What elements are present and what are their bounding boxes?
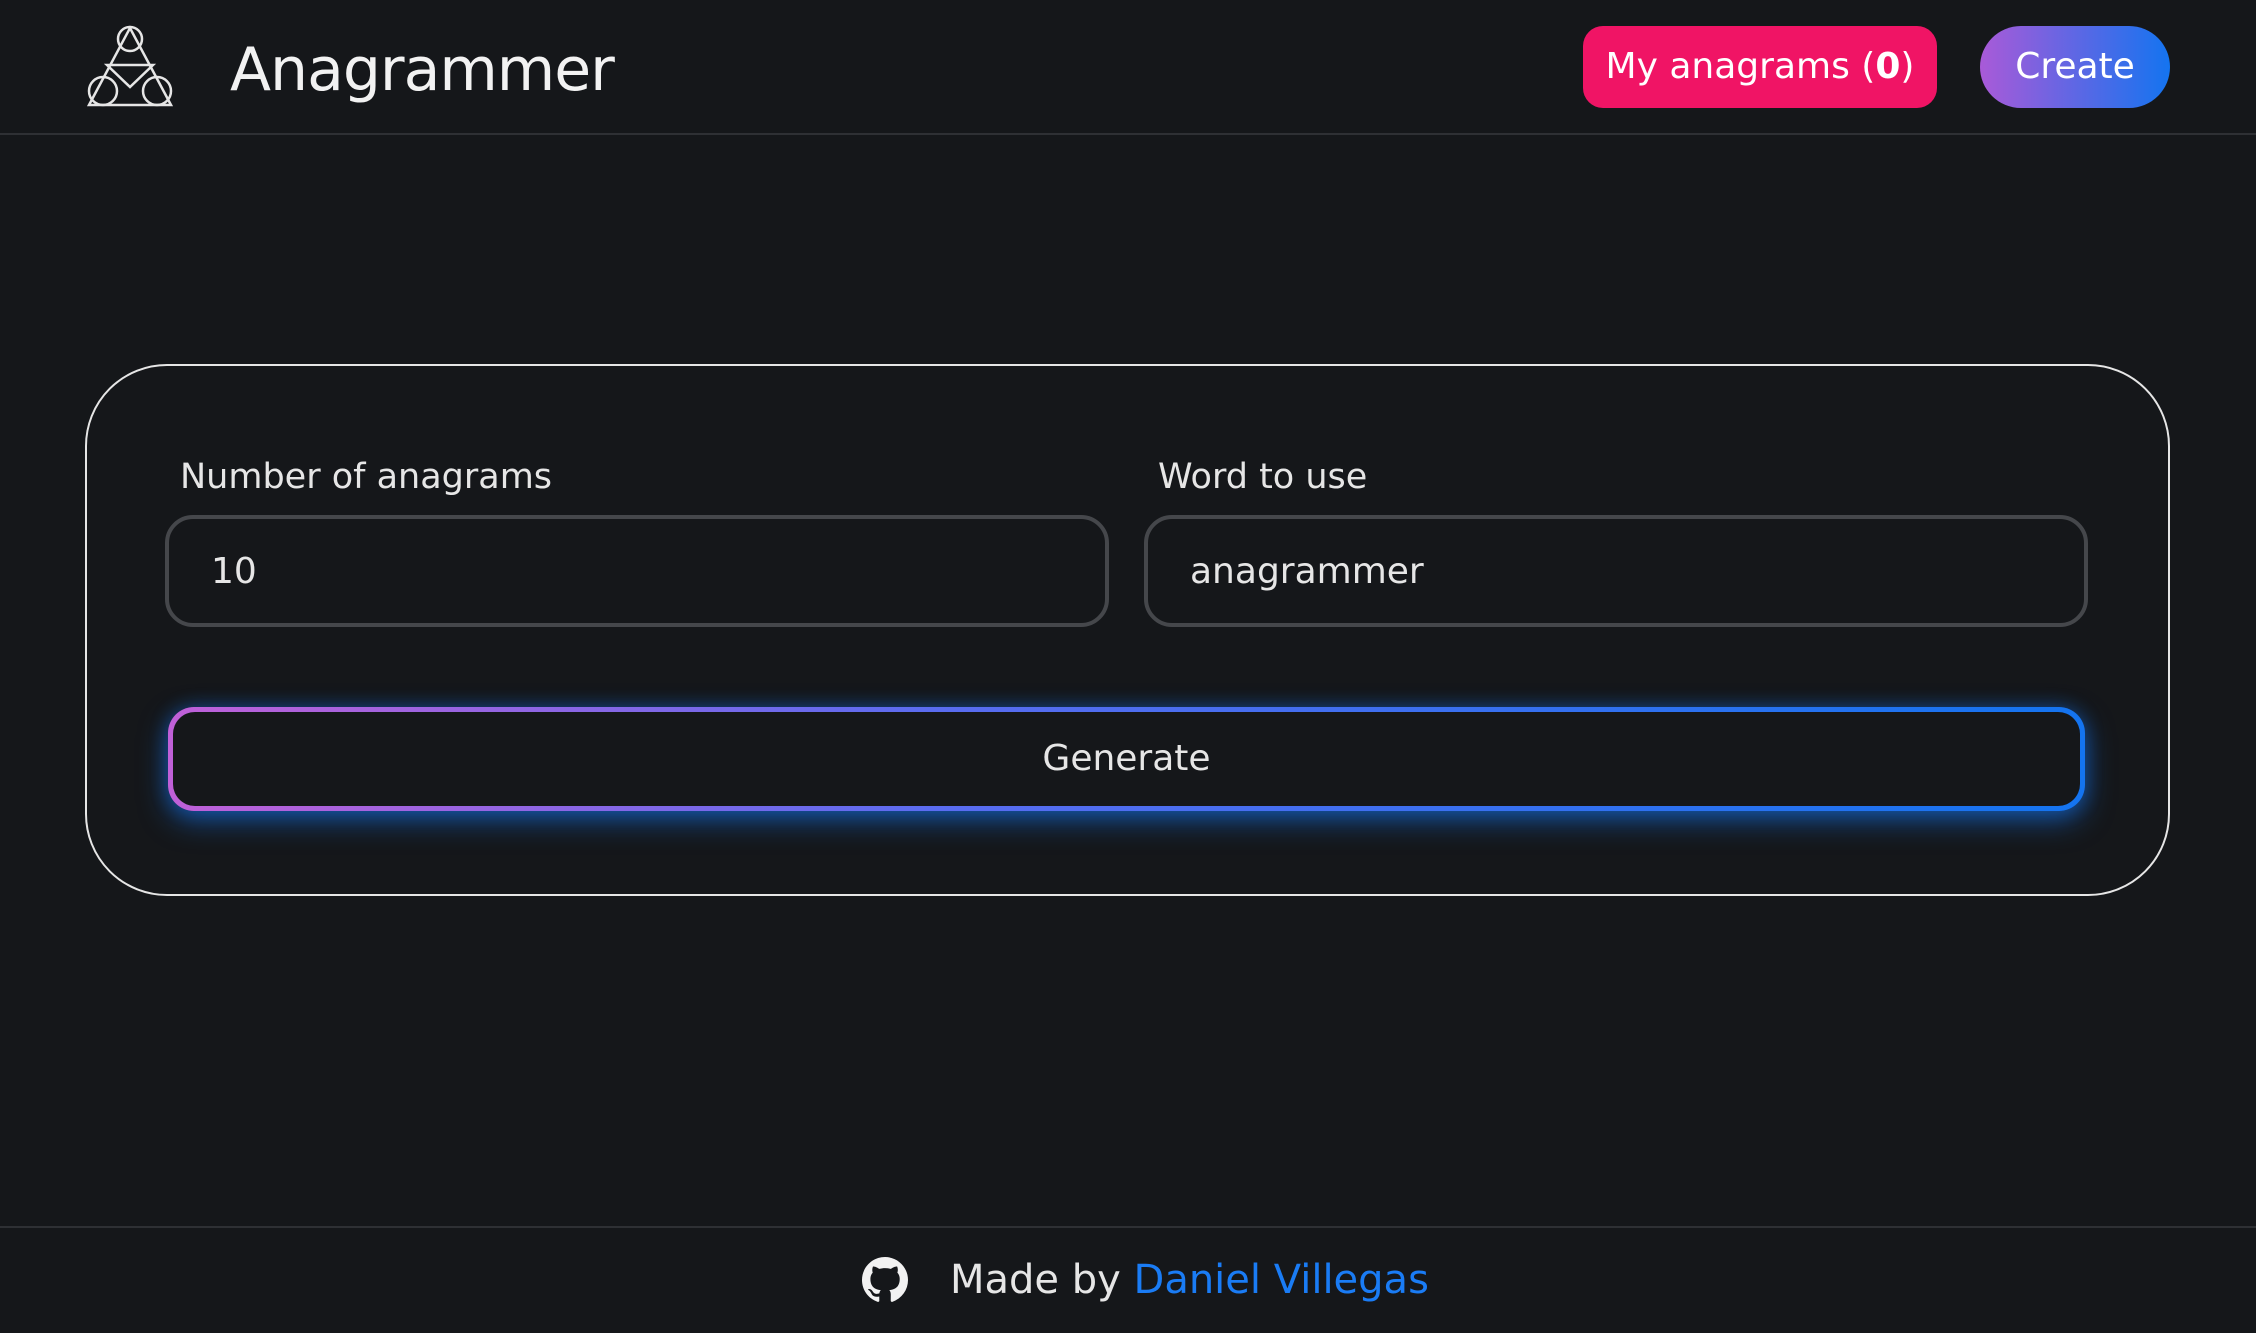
app-title[interactable]: Anagrammer	[230, 30, 615, 110]
word-to-use-label: Word to use	[1158, 457, 1368, 497]
github-icon[interactable]	[862, 1257, 908, 1303]
author-link[interactable]: Daniel Villegas	[1134, 1257, 1429, 1303]
my-anagrams-button[interactable]: My anagrams (0)	[1583, 26, 1937, 108]
generate-button[interactable]: Generate	[168, 707, 2085, 811]
generate-button-label: Generate	[173, 712, 2080, 806]
my-anagrams-label: My anagrams (	[1605, 46, 1876, 87]
made-by-text: Made by Daniel Villegas	[950, 1252, 1429, 1308]
app-header: Anagrammer My anagrams (0) Create	[0, 0, 2256, 135]
number-of-anagrams-input[interactable]	[165, 515, 1109, 627]
anagram-form-card	[85, 364, 2170, 896]
word-to-use-input[interactable]	[1144, 515, 2088, 627]
number-of-anagrams-label: Number of anagrams	[180, 457, 553, 497]
my-anagrams-close: )	[1900, 46, 1915, 87]
app-footer: Made by Daniel Villegas	[0, 1226, 2256, 1333]
made-by-label: Made by	[950, 1257, 1134, 1303]
logo-icon[interactable]	[85, 25, 175, 109]
create-button[interactable]: Create	[1980, 26, 2170, 108]
my-anagrams-count: 0	[1875, 46, 1901, 87]
